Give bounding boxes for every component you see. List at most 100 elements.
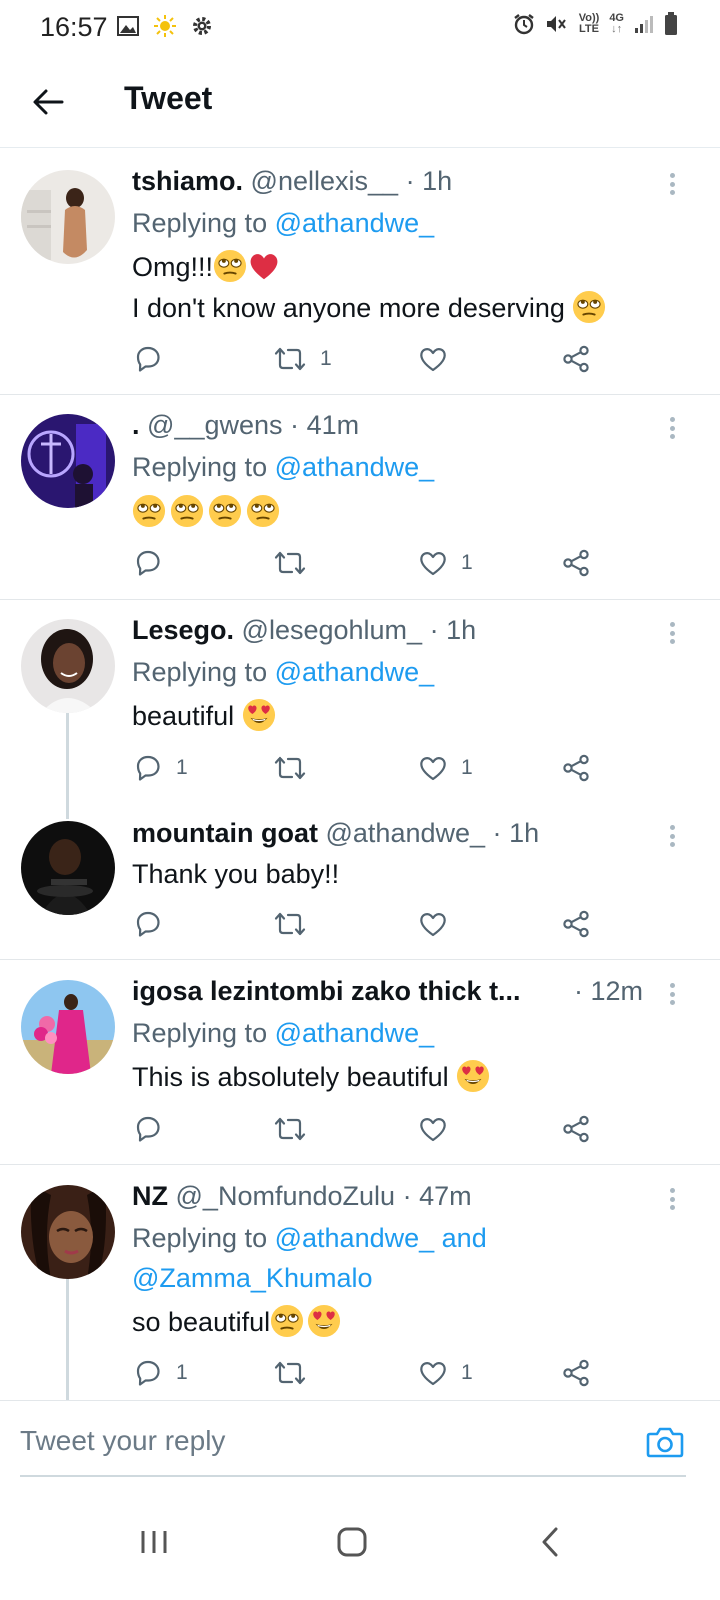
author-name[interactable]: . [132,410,140,440]
reply-button[interactable] [132,342,176,376]
home-button[interactable] [322,1512,382,1572]
avatar[interactable] [21,1185,115,1279]
retweet-button[interactable]: 1 [272,342,332,376]
retweet-icon [272,1113,308,1145]
more-options-button[interactable] [662,412,682,444]
mention-link[interactable]: @Zamma_Khumalo [132,1263,373,1293]
reply-icon [132,547,164,579]
avatar[interactable] [21,619,115,713]
mention-link[interactable]: @athandwe_ [275,1018,435,1048]
reply-button[interactable] [132,907,176,941]
share-button[interactable] [560,751,592,785]
red-heart-emoji [247,249,281,283]
retweet-button[interactable] [272,1356,320,1390]
author-handle[interactable]: @athandwe_ [326,818,486,848]
author-name[interactable]: mountain goat [132,818,318,848]
more-options-button[interactable] [662,617,682,649]
reply-button[interactable] [132,546,176,580]
author-name[interactable]: NZ [132,1181,168,1211]
reply-icon [132,908,164,940]
tweet-time: 12m [590,976,644,1006]
battery-icon [665,12,677,35]
author-name[interactable]: Lesego. [132,615,234,645]
separator-dot: · [290,410,300,440]
more-options-button[interactable] [662,168,682,200]
tweet-text: Omg!!! [132,249,281,285]
share-icon [560,1113,592,1145]
heart-eyes-emoji [456,1059,490,1093]
arrow-left-icon [33,89,64,115]
app-header: Tweet [0,56,720,148]
author-name[interactable]: tshiamo. [132,166,243,196]
share-button[interactable] [560,1112,592,1146]
like-button[interactable] [417,907,461,941]
mention-link[interactable]: @athandwe_ [275,452,435,482]
tweet[interactable]: tshiamo. @nellexis__ · 1h Replying to @a… [0,150,720,395]
tweet[interactable]: igosa lezintombi zako thick t... · 12m R… [0,961,720,1165]
rolling-eyes-emoji [270,1304,304,1338]
rolling-eyes-emoji [246,494,280,528]
tweet-text: I don't know anyone more deserving [132,290,606,326]
more-options-button[interactable] [662,1183,682,1215]
author-handle[interactable]: @lesegohlum_ [242,615,423,645]
reply-button[interactable] [132,1112,176,1146]
like-button[interactable]: 1 [417,546,473,580]
retweet-button[interactable] [272,546,320,580]
avatar[interactable] [21,170,115,264]
heart-icon [417,1113,449,1145]
share-button[interactable] [560,342,592,376]
share-button[interactable] [560,1356,592,1390]
heart-eyes-emoji [307,1304,341,1338]
rolling-eyes-emoji [208,494,242,528]
tweet-time: 41m [306,410,360,440]
mention-link[interactable]: @athandwe_ [275,1223,435,1253]
more-options-button[interactable] [662,820,682,852]
separator-dot: · [574,976,583,1006]
reply-composer [0,1400,720,1478]
network-4g-icon: 4G ↓↑ [609,12,624,35]
tweet[interactable]: . @__gwens · 41m Replying to @athandwe_ … [0,396,720,600]
back-button[interactable] [28,82,68,122]
image-icon [117,16,139,36]
system-back-button[interactable] [520,1512,580,1572]
author-name[interactable]: igosa lezintombi zako thick t... [132,976,521,1006]
retweet-icon [272,343,308,375]
share-icon [560,1357,592,1389]
like-button[interactable]: 1 [417,751,473,785]
alarm-icon [514,14,534,35]
heart-eyes-emoji [242,698,276,732]
tweet[interactable]: mountain goat @athandwe_ · 1h Thank you … [0,805,720,960]
like-button[interactable] [417,1112,461,1146]
thread-line [66,1278,69,1400]
tweet[interactable]: NZ @_NomfundoZulu · 47m Replying to @ath… [0,1166,720,1400]
avatar[interactable] [21,821,115,915]
reply-button[interactable]: 1 [132,751,188,785]
camera-button[interactable] [646,1425,684,1459]
author-handle[interactable]: @_NomfundoZulu [176,1181,396,1211]
share-button[interactable] [560,546,592,580]
heart-icon [417,908,449,940]
mention-link[interactable]: @athandwe_ [275,657,435,687]
retweet-icon [272,908,308,940]
retweet-button[interactable] [272,1112,320,1146]
gear-icon [193,17,211,35]
share-button[interactable] [560,907,592,941]
author-handle[interactable]: @nellexis__ [251,166,399,196]
retweet-button[interactable] [272,907,320,941]
more-options-button[interactable] [662,978,682,1010]
avatar[interactable] [21,414,115,508]
reply-input[interactable] [20,1421,620,1461]
retweet-button[interactable] [272,751,320,785]
author-handle[interactable]: @__gwens [147,410,283,440]
mention-link[interactable]: @athandwe_ [275,208,435,238]
recent-apps-button[interactable] [124,1512,184,1572]
like-button[interactable]: 1 [417,1356,473,1390]
separator-dot: · [402,1181,412,1211]
retweet-icon [272,1357,308,1389]
tweet[interactable]: Lesego. @lesegohlum_ · 1h Replying to @a… [0,601,720,805]
reply-button[interactable]: 1 [132,1356,188,1390]
like-button[interactable] [417,342,461,376]
avatar[interactable] [21,980,115,1074]
replying-to: Replying to @athandwe_ [132,657,435,687]
reply-icon [132,1357,164,1389]
